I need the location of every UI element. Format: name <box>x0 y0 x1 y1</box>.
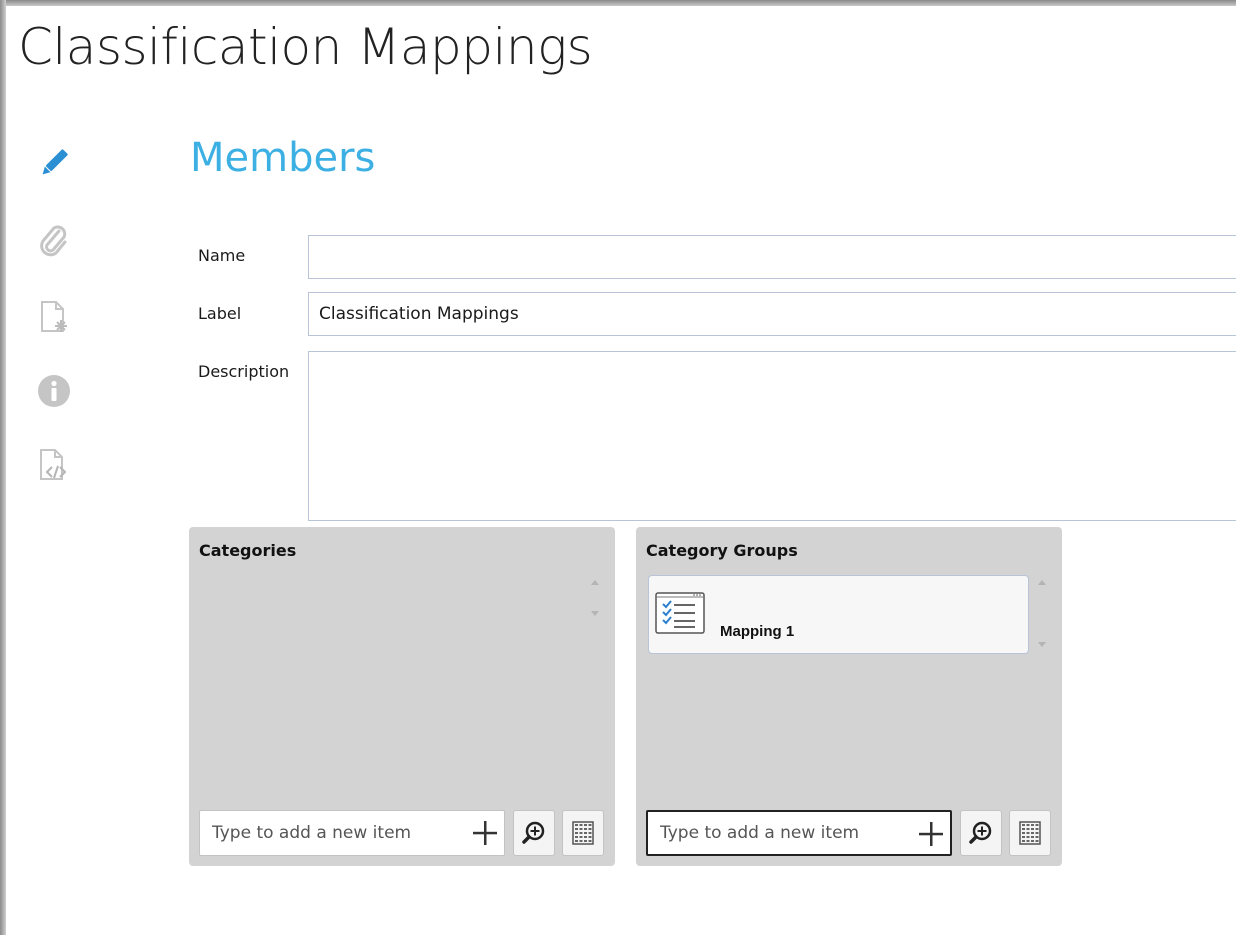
grid-icon <box>1019 821 1041 845</box>
scroll-down-arrow-icon[interactable] <box>1038 642 1046 647</box>
classification-mappings-page: Classification Mappings Members Name Lab… <box>0 0 1236 935</box>
checklist-icon <box>655 592 705 634</box>
list-item[interactable]: Mapping 1 <box>648 575 1029 654</box>
list-item-label: Mapping 1 <box>720 623 795 640</box>
category-groups-search-button[interactable] <box>960 810 1002 856</box>
document-asterisk-icon[interactable] <box>34 297 74 337</box>
grid-icon <box>572 821 594 845</box>
categories-add-button[interactable] <box>472 820 498 846</box>
zoom-search-icon <box>969 821 992 844</box>
categories-panel: Categories <box>189 527 615 866</box>
page-title: Classification Mappings <box>18 18 593 76</box>
category-groups-grid-button[interactable] <box>1009 810 1051 856</box>
name-label: Name <box>198 246 246 265</box>
document-code-icon[interactable] <box>34 445 74 485</box>
category-groups-panel: Category Groups Mapping 1 Type to add a … <box>636 527 1062 866</box>
categories-add-input[interactable] <box>200 811 450 855</box>
pencil-icon[interactable] <box>34 143 74 183</box>
window-frame-top <box>0 0 1236 6</box>
label-label: Label <box>198 304 242 323</box>
categories-add-box <box>199 810 505 856</box>
description-label: Description <box>198 362 290 381</box>
categories-search-button[interactable] <box>513 810 555 856</box>
scroll-down-arrow-icon[interactable] <box>591 611 599 616</box>
scroll-up-arrow-icon[interactable] <box>591 580 599 585</box>
category-groups-add-box <box>646 810 952 856</box>
categories-panel-title: Categories <box>199 541 297 560</box>
section-title: Members <box>190 135 376 181</box>
scroll-up-arrow-icon[interactable] <box>1038 580 1046 585</box>
category-groups-add-button[interactable] <box>918 821 944 847</box>
categories-grid-button[interactable] <box>562 810 604 856</box>
name-field[interactable] <box>308 235 1236 279</box>
description-field[interactable] <box>308 351 1236 521</box>
zoom-search-icon <box>522 821 545 844</box>
plus-icon <box>473 821 497 845</box>
plus-icon <box>919 822 943 846</box>
window-frame-left <box>0 0 6 935</box>
category-groups-panel-title: Category Groups <box>646 541 798 560</box>
category-groups-add-input[interactable] <box>648 812 898 854</box>
info-icon[interactable] <box>34 371 74 411</box>
paperclip-icon[interactable] <box>34 221 74 261</box>
label-field[interactable] <box>308 292 1236 336</box>
